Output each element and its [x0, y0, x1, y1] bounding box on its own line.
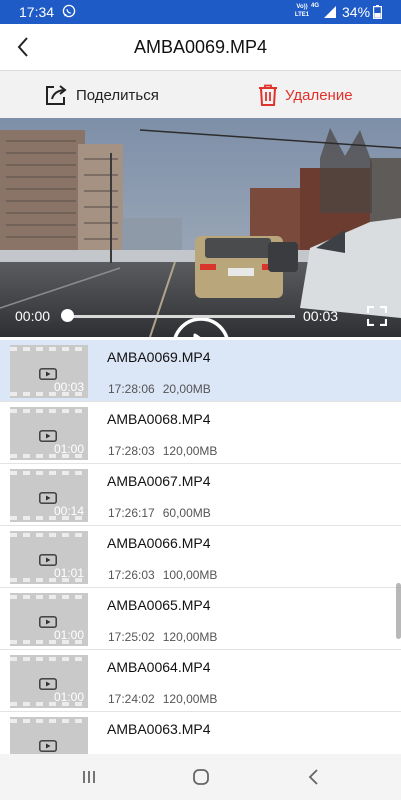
video-thumbnail[interactable]: 01:00	[10, 655, 88, 708]
network-type: 4G	[311, 3, 320, 9]
file-name: AMBA0064.MP4	[107, 659, 211, 675]
video-icon	[39, 616, 57, 628]
video-thumbnail[interactable]: 00:03	[10, 345, 88, 398]
file-size: 100,00MB	[162, 568, 218, 582]
file-row[interactable]: 01:00 AMBA0065.MP4 17:25:02 120,00MB	[0, 588, 401, 650]
video-icon	[39, 368, 57, 380]
file-size: 120,00MB	[162, 692, 218, 706]
status-time: 17:34	[19, 4, 55, 20]
progress-bar[interactable]	[67, 315, 295, 318]
film-strip-top	[10, 533, 88, 537]
file-time: 17:25:02	[108, 630, 155, 644]
file-list: 01:01 AMBA0063.MP4 01:00 AMBA0064.MP4 17:24:…	[0, 337, 401, 754]
file-name: AMBA0063.MP4	[107, 721, 211, 737]
film-strip-top	[10, 409, 88, 413]
header: AMBA0069.MP4	[0, 24, 401, 70]
thumbnail-duration: 01:00	[53, 628, 84, 642]
video-thumbnail[interactable]: 01:01	[10, 531, 88, 584]
action-bar: Поделиться Удаление	[0, 70, 401, 118]
file-name: AMBA0067.MP4	[107, 473, 211, 489]
file-meta: 17:26:03 100,00MB	[108, 568, 217, 582]
signal-icon	[324, 6, 336, 18]
thumbnail-duration: 01:01	[53, 566, 84, 580]
video-frame	[0, 118, 401, 337]
file-meta: 17:25:02 120,00MB	[108, 630, 217, 644]
file-time: 17:28:06	[108, 382, 155, 396]
delete-label: Удаление	[285, 86, 353, 104]
scrollbar[interactable]	[396, 583, 401, 639]
status-bar: 17:34 Vo)) LTE1 4G 34%	[0, 0, 401, 24]
film-strip-top	[10, 347, 88, 351]
file-name: AMBA0066.MP4	[107, 535, 211, 551]
file-time: 17:24:02	[108, 692, 155, 706]
file-row[interactable]: 01:01 AMBA0066.MP4 17:26:03 100,00MB	[0, 526, 401, 588]
file-size: 120,00MB	[162, 444, 218, 458]
battery-icon	[373, 5, 382, 19]
file-name: AMBA0068.MP4	[107, 411, 211, 427]
file-row[interactable]: 01:00 AMBA0068.MP4 17:28:03 120,00MB	[0, 402, 401, 464]
file-time: 17:26:17	[108, 506, 155, 520]
video-icon	[39, 740, 57, 752]
file-name: AMBA0069.MP4	[107, 349, 211, 365]
file-meta: 17:28:03 120,00MB	[108, 444, 217, 458]
nav-recent-icon[interactable]	[81, 769, 97, 785]
file-time: 17:26:03	[108, 568, 155, 582]
file-row[interactable]: 01:00 AMBA0064.MP4 17:24:02 120,00MB	[0, 650, 401, 712]
file-size: 20,00MB	[162, 382, 211, 396]
video-icon	[39, 492, 57, 504]
share-button[interactable]: Поделиться	[44, 81, 159, 109]
film-strip-top	[10, 471, 88, 475]
share-icon	[46, 85, 67, 105]
share-label: Поделиться	[76, 86, 159, 104]
play-button[interactable]	[172, 317, 230, 337]
video-icon	[39, 678, 57, 690]
page-title: AMBA0069.MP4	[133, 37, 268, 57]
duration-time: 00:03	[303, 308, 339, 324]
file-size: 60,00MB	[162, 506, 211, 520]
file-meta: 17:24:02 120,00MB	[108, 692, 217, 706]
thumbnail-duration: 01:00	[53, 442, 84, 456]
file-time: 17:28:03	[108, 444, 155, 458]
network-indicator: Vo)) LTE1	[294, 4, 310, 18]
thumbnail-duration: 01:00	[53, 690, 84, 704]
thumbnail-duration: 00:14	[53, 504, 84, 518]
video-thumbnail[interactable]: 01:01	[10, 717, 88, 754]
progress-handle[interactable]	[61, 309, 74, 322]
whatsapp-icon	[62, 4, 76, 18]
play-icon	[173, 317, 229, 337]
file-meta: 17:28:06 20,00MB	[108, 382, 211, 396]
video-icon	[39, 430, 57, 442]
delete-button[interactable]: Удаление	[258, 81, 353, 109]
nav-back-icon[interactable]	[307, 768, 321, 786]
film-strip-top	[10, 719, 88, 723]
file-row[interactable]: 00:14 AMBA0067.MP4 17:26:17 60,00MB	[0, 464, 401, 526]
video-player[interactable]: 00:00 00:03	[0, 118, 401, 337]
video-thumbnail[interactable]: 00:14	[10, 469, 88, 522]
thumbnail-duration: 00:03	[53, 380, 84, 394]
file-meta: 17:26:17 60,00MB	[108, 506, 211, 520]
file-size: 120,00MB	[162, 630, 218, 644]
video-thumbnail[interactable]: 01:00	[10, 407, 88, 460]
trash-icon	[259, 84, 277, 106]
film-strip-top	[10, 595, 88, 599]
video-thumbnail[interactable]: 01:00	[10, 593, 88, 646]
current-time: 00:00	[15, 308, 51, 324]
video-icon	[39, 554, 57, 566]
file-name: AMBA0065.MP4	[107, 597, 211, 613]
film-strip-top	[10, 657, 88, 661]
screen: 17:34 Vo)) LTE1 4G 34% AMBA0069.MP4 Поде…	[0, 0, 401, 800]
file-row[interactable]: 01:01 AMBA0063.MP4	[0, 712, 401, 754]
system-nav-bar	[0, 754, 401, 800]
nav-home-icon[interactable]	[192, 768, 210, 786]
battery-percent: 34%	[342, 4, 371, 20]
file-row[interactable]: 00:03 AMBA0069.MP4 17:28:06 20,00MB	[0, 340, 401, 402]
fullscreen-icon[interactable]	[367, 306, 387, 326]
